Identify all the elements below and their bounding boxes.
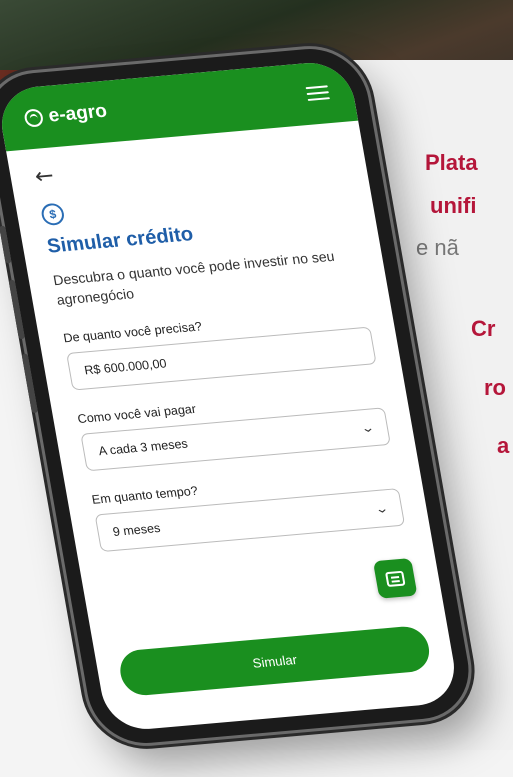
chevron-down-icon: ⌄ (359, 420, 376, 436)
form-content: ← $ Simular crédito Descubra o quanto vo… (6, 121, 429, 555)
phone-screen: e-agro ← $ Simular crédito Descubra o qu… (0, 59, 461, 733)
arrow-left-icon[interactable]: ← (33, 140, 341, 189)
phone-frame: e-agro ← $ Simular crédito Descubra o qu… (0, 44, 478, 748)
dollar-icon: $ (39, 202, 66, 227)
brand-logo-icon (23, 108, 45, 128)
amount-value: R$ 600.000,00 (83, 356, 168, 378)
phone-side-button (0, 225, 12, 264)
phone-mockup: e-agro ← $ Simular crédito Descubra o qu… (0, 0, 513, 777)
brand-logo[interactable]: e-agro (23, 101, 109, 130)
phone-volume-down (21, 353, 38, 414)
chevron-down-icon: ⌄ (373, 501, 391, 517)
menu-icon[interactable] (305, 85, 330, 102)
payment-value: A cada 3 meses (97, 436, 189, 459)
chat-button[interactable] (372, 557, 418, 599)
brand-name: e-agro (46, 100, 109, 127)
term-value: 9 meses (111, 521, 162, 539)
chat-icon (384, 570, 406, 587)
phone-volume-up (8, 279, 25, 340)
simulate-button[interactable]: Simular (116, 624, 433, 698)
